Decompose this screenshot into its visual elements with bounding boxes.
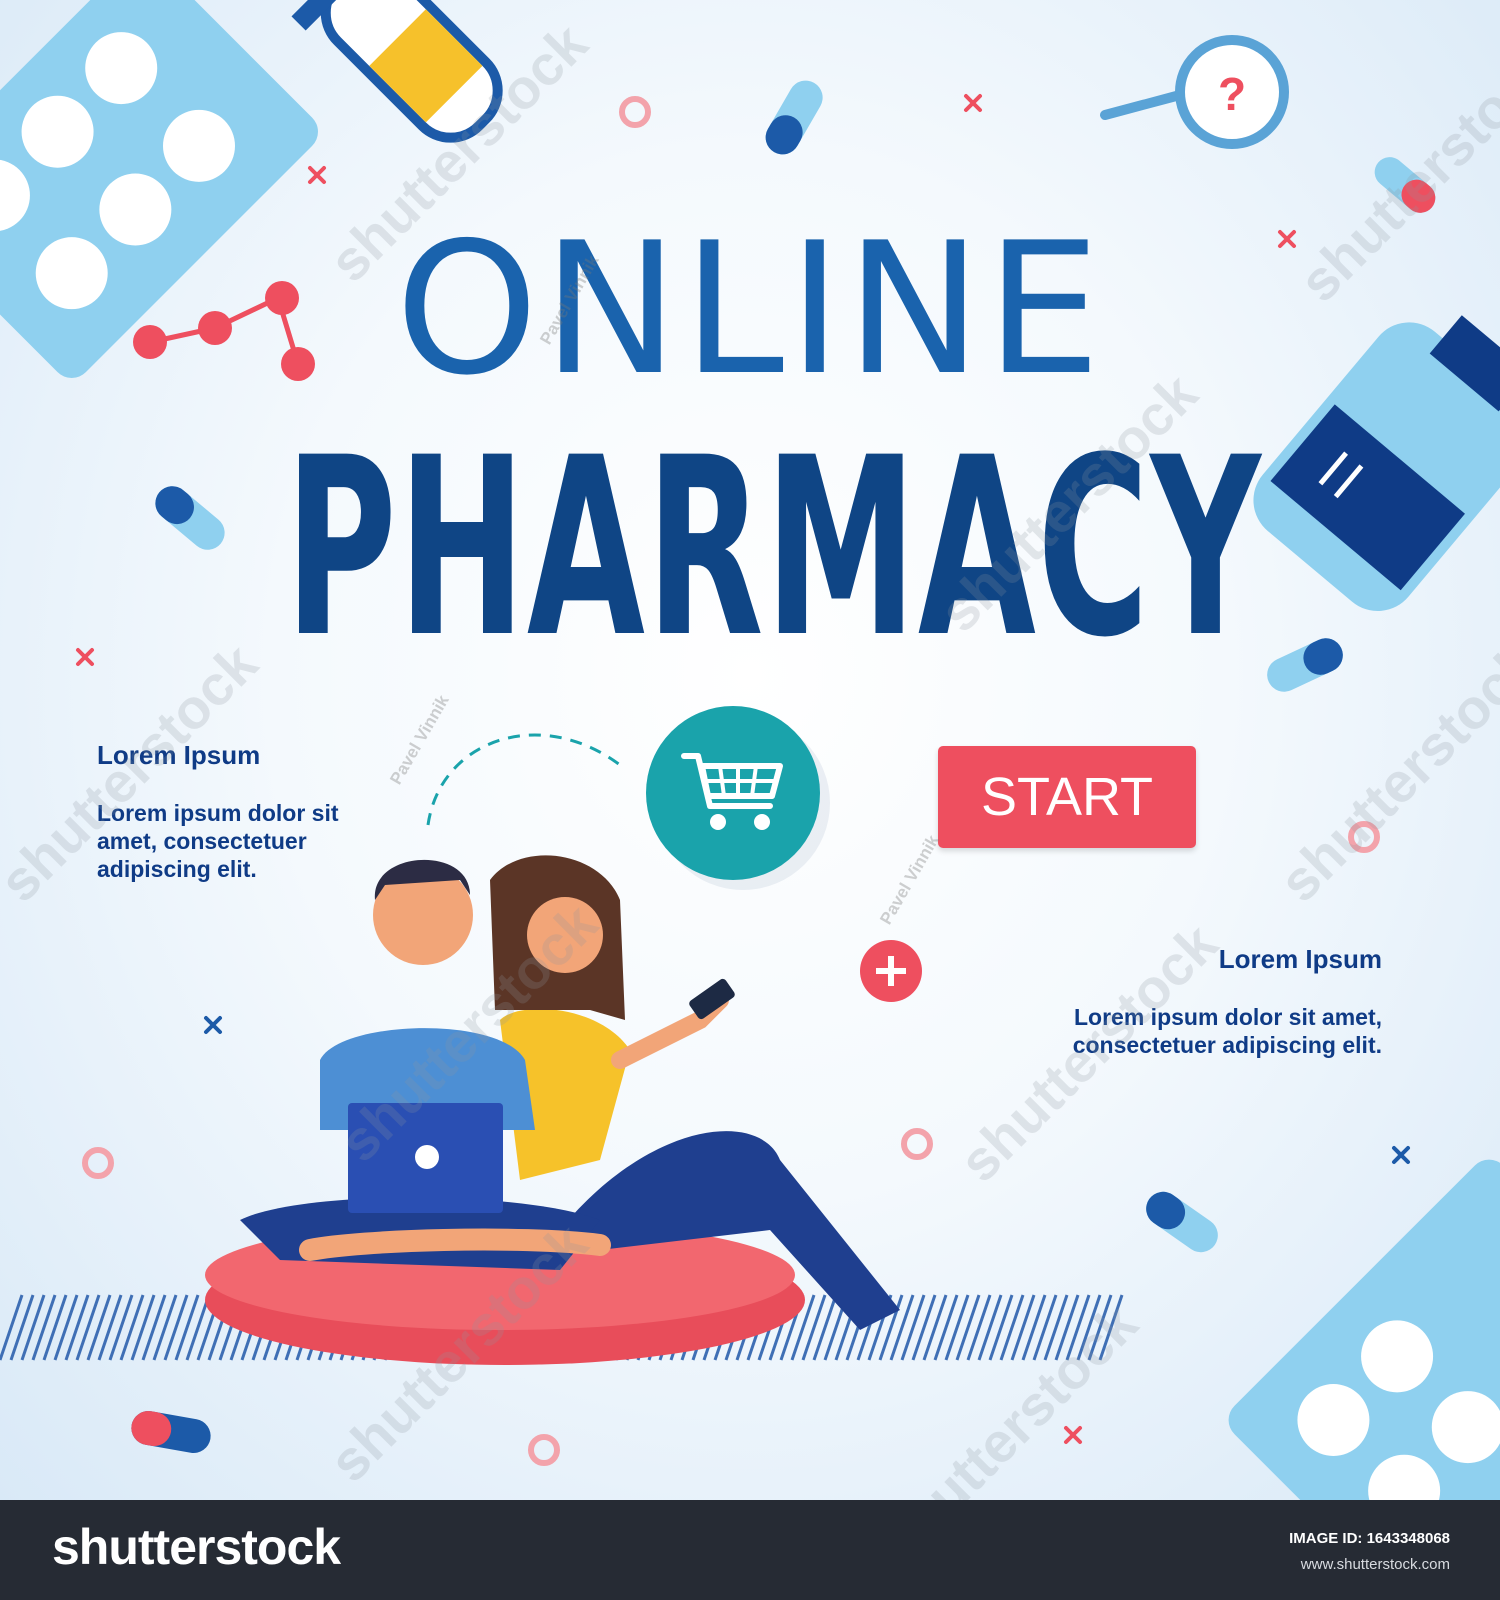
hatch-line — [955, 1294, 981, 1361]
hatch-line — [1076, 1294, 1102, 1361]
hatch-line — [0, 1294, 24, 1361]
right-info-heading: Lorem Ipsum — [1218, 944, 1382, 974]
left-info-heading: Lorem Ipsum — [97, 740, 261, 770]
footer-bar: shutterstock IMAGE ID: 1643348068 www.sh… — [0, 1500, 1500, 1600]
cart-button[interactable] — [646, 706, 820, 880]
hatch-line — [944, 1294, 970, 1361]
hatch-line — [1087, 1294, 1113, 1361]
banner-artwork: ? ONLINE PHARMACY Lorem Ipsum Lorem ipsu… — [0, 0, 1500, 1500]
hatch-line — [812, 1294, 838, 1361]
hatch-line — [20, 1294, 46, 1361]
hatch-line — [1098, 1294, 1124, 1361]
hatch-line — [108, 1294, 134, 1361]
title-online: ONLINE — [395, 203, 1105, 415]
hatch-line — [97, 1294, 123, 1361]
hatch-line — [900, 1294, 926, 1361]
right-info-block: Lorem Ipsum Lorem ipsum dolor sit amet, … — [1030, 944, 1382, 1059]
hatch-line — [53, 1294, 79, 1361]
left-info-block: Lorem Ipsum Lorem ipsum dolor sit amet, … — [97, 740, 387, 883]
hatch-line — [1065, 1294, 1091, 1361]
hatch-line — [1043, 1294, 1069, 1361]
capsule-icon — [155, 486, 225, 550]
couple-illustration — [205, 855, 900, 1365]
hatch-line — [141, 1294, 167, 1361]
pill-blister-icon — [1228, 1159, 1500, 1500]
laptop-icon — [348, 1103, 503, 1213]
hatch-line — [9, 1294, 35, 1361]
hatch-line — [1054, 1294, 1080, 1361]
question-mark: ? — [1218, 68, 1246, 120]
hatch-line — [1010, 1294, 1036, 1361]
hatch-line — [42, 1294, 68, 1361]
hatch-line — [999, 1294, 1025, 1361]
test-tube-icon — [291, 0, 503, 143]
hatch-line — [801, 1294, 827, 1361]
hatch-line — [163, 1294, 189, 1361]
hatch-line — [31, 1294, 57, 1361]
page: ? ONLINE PHARMACY Lorem Ipsum Lorem ipsu… — [0, 0, 1500, 1600]
dashed-arc — [426, 733, 621, 826]
hatch-line — [977, 1294, 1003, 1361]
hatch-line — [966, 1294, 992, 1361]
capsule-icon — [765, 80, 823, 155]
hatch-line — [1032, 1294, 1058, 1361]
capsule-icon — [131, 1411, 211, 1453]
capsule-icon — [1146, 1191, 1218, 1253]
plus-icon — [876, 956, 906, 986]
cart-icon — [681, 753, 783, 830]
hatch-line — [933, 1294, 959, 1361]
hatch-line — [86, 1294, 112, 1361]
hatch-line — [152, 1294, 178, 1361]
image-id-label: IMAGE ID: 1643348068 — [1289, 1530, 1450, 1547]
hatch-line — [64, 1294, 90, 1361]
hatch-line — [119, 1294, 145, 1361]
hatch-line — [922, 1294, 948, 1361]
hatch-line — [1021, 1294, 1047, 1361]
title-pharmacy: PHARMACY — [285, 406, 1263, 692]
hatch-line — [130, 1294, 156, 1361]
capsule-icon — [1374, 157, 1436, 213]
capsule-icon — [1267, 638, 1343, 692]
hatch-line — [174, 1294, 200, 1361]
hatch-line — [988, 1294, 1014, 1361]
right-info-body: Lorem ipsum dolor sit amet, consectetuer… — [1072, 1004, 1382, 1058]
hatch-line — [75, 1294, 101, 1361]
plus-badge[interactable] — [860, 940, 922, 1002]
start-button[interactable]: START — [938, 746, 1196, 848]
hatch-line — [911, 1294, 937, 1361]
footer-url[interactable]: www.shutterstock.com — [1301, 1556, 1450, 1573]
magnifier-icon — [1100, 35, 1289, 149]
left-info-body: Lorem ipsum dolor sit amet, consectetuer… — [97, 800, 339, 882]
footer-logo[interactable]: shutterstock — [52, 1518, 341, 1576]
hatch-line — [185, 1294, 211, 1361]
